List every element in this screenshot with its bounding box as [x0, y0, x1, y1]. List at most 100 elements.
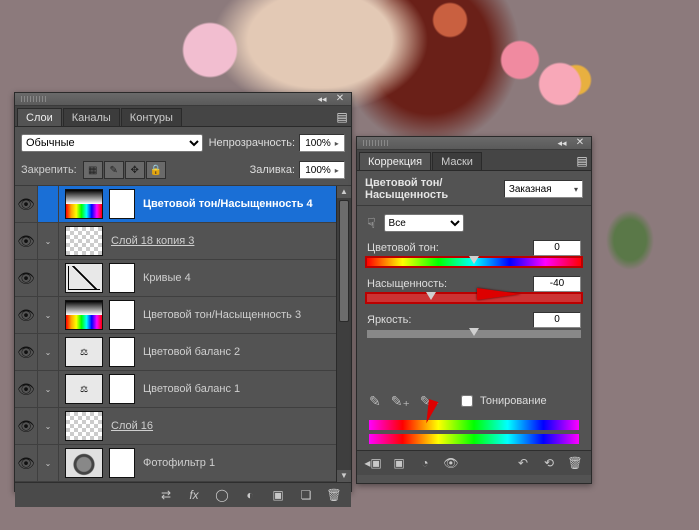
- hue-input[interactable]: 0: [533, 240, 581, 256]
- scrollbar[interactable]: ▲ ▼: [336, 186, 351, 482]
- layer-name[interactable]: Фотофильтр 1: [143, 457, 215, 469]
- panel-titlebar[interactable]: ◂◂ ✕: [15, 93, 351, 106]
- opacity-input[interactable]: 100%▸: [299, 134, 345, 152]
- new-layer-icon[interactable]: ❏: [297, 487, 315, 503]
- tab-paths[interactable]: Контуры: [121, 108, 182, 126]
- layer-row[interactable]: 👁 Слой 16: [15, 408, 351, 445]
- clip-icon[interactable]: ◔: [417, 455, 433, 471]
- panel-menu-icon[interactable]: ▤: [333, 108, 351, 126]
- link-col[interactable]: [38, 223, 59, 259]
- visibility-icon[interactable]: 👁: [15, 223, 38, 259]
- layer-mask-thumb[interactable]: [109, 263, 135, 293]
- layer-name[interactable]: Цветовой баланс 2: [143, 346, 240, 358]
- layer-thumb[interactable]: [65, 226, 103, 256]
- slider-knob[interactable]: [469, 328, 479, 336]
- scroll-up-icon[interactable]: ▲: [337, 186, 351, 198]
- slider-knob[interactable]: [426, 292, 436, 300]
- layer-name[interactable]: Цветовой тон/Насыщенность 3: [143, 309, 301, 321]
- mask-icon[interactable]: ◯: [213, 487, 231, 503]
- layer-row[interactable]: 👁 Кривые 4: [15, 260, 351, 297]
- layer-name[interactable]: Цветовой баланс 1: [143, 383, 240, 395]
- close-icon[interactable]: ✕: [573, 137, 587, 149]
- layer-mask-thumb[interactable]: [109, 300, 135, 330]
- tab-correction[interactable]: Коррекция: [359, 152, 431, 170]
- layer-row[interactable]: 👁 ⚖ Цветовой баланс 2: [15, 334, 351, 371]
- visibility-icon[interactable]: 👁: [15, 186, 38, 222]
- group-icon[interactable]: ▣: [269, 487, 287, 503]
- collapse-icon[interactable]: ◂◂: [555, 137, 569, 149]
- layer-thumb[interactable]: [65, 189, 103, 219]
- layer-row[interactable]: 👁 Цветовой тон/Насыщенность 3: [15, 297, 351, 334]
- lock-all-icon[interactable]: 🔒: [146, 161, 166, 179]
- visibility-icon[interactable]: 👁: [15, 445, 38, 481]
- colorize-checkbox-input[interactable]: [461, 395, 473, 407]
- layer-thumb[interactable]: [65, 448, 103, 478]
- layer-thumb[interactable]: ⚖: [65, 374, 103, 404]
- visibility-icon[interactable]: 👁: [15, 334, 38, 370]
- layer-name[interactable]: Кривые 4: [143, 272, 191, 284]
- collapse-icon[interactable]: ◂◂: [315, 93, 329, 105]
- layer-thumb[interactable]: [65, 411, 103, 441]
- layer-thumb[interactable]: [65, 300, 103, 330]
- close-icon[interactable]: ✕: [333, 93, 347, 105]
- saturation-slider[interactable]: [367, 294, 581, 302]
- layer-mask-thumb[interactable]: [109, 189, 135, 219]
- blend-mode-select[interactable]: Обычные: [21, 134, 203, 152]
- visibility-icon[interactable]: 👁: [15, 408, 38, 444]
- preset-select[interactable]: Заказная▾: [504, 180, 583, 198]
- visibility-icon[interactable]: 👁: [15, 260, 38, 296]
- link-col[interactable]: [38, 260, 59, 296]
- trash-icon[interactable]: 🗑: [325, 487, 343, 503]
- lock-move-icon[interactable]: ✥: [125, 161, 145, 179]
- visibility-icon[interactable]: 👁: [443, 455, 459, 471]
- scroll-down-icon[interactable]: ▼: [337, 470, 351, 482]
- layer-name[interactable]: Слой 18 копия 3: [111, 235, 194, 247]
- layer-row[interactable]: 👁 ⚖ Цветовой баланс 1: [15, 371, 351, 408]
- lightness-input[interactable]: 0: [533, 312, 581, 328]
- layer-name[interactable]: Слой 16: [111, 420, 153, 432]
- layer-row[interactable]: 👁 Слой 18 копия 3: [15, 223, 351, 260]
- edit-channel-select[interactable]: Все: [384, 214, 464, 232]
- layer-mask-thumb[interactable]: [109, 374, 135, 404]
- colorize-checkbox[interactable]: Тонирование: [457, 392, 547, 410]
- link-col[interactable]: [38, 186, 59, 222]
- layer-thumb[interactable]: ⚖: [65, 337, 103, 367]
- link-col[interactable]: [38, 371, 59, 407]
- lock-brush-icon[interactable]: ✎: [104, 161, 124, 179]
- adjustment-icon[interactable]: ◐: [241, 487, 259, 503]
- link-col[interactable]: [38, 445, 59, 481]
- hue-slider[interactable]: [367, 258, 581, 266]
- back-icon[interactable]: ◂▣: [365, 455, 381, 471]
- layer-row[interactable]: 👁 Цветовой тон/Насыщенность 4: [15, 186, 351, 223]
- layer-mask-thumb[interactable]: [109, 448, 135, 478]
- link-col[interactable]: [38, 297, 59, 333]
- fx-icon[interactable]: fx: [185, 487, 203, 503]
- lightness-slider[interactable]: [367, 330, 581, 338]
- fill-input[interactable]: 100%▸: [299, 161, 345, 179]
- lock-transparent-icon[interactable]: ▦: [83, 161, 103, 179]
- eyedropper-plus-icon[interactable]: ✎₊: [391, 393, 410, 410]
- trash-icon[interactable]: 🗑: [567, 455, 583, 471]
- layer-mask-thumb[interactable]: [109, 337, 135, 367]
- expand-icon[interactable]: ▣: [391, 455, 407, 471]
- link-col[interactable]: [38, 408, 59, 444]
- tab-layers[interactable]: Слои: [17, 108, 62, 126]
- layer-row[interactable]: 👁 Фотофильтр 1: [15, 445, 351, 482]
- tab-masks[interactable]: Маски: [432, 152, 482, 170]
- panel-titlebar[interactable]: ◂◂ ✕: [357, 137, 591, 150]
- layer-thumb[interactable]: [65, 263, 103, 293]
- layer-name[interactable]: Цветовой тон/Насыщенность 4: [143, 198, 313, 210]
- tab-channels[interactable]: Каналы: [63, 108, 120, 126]
- visibility-icon[interactable]: 👁: [15, 371, 38, 407]
- link-col[interactable]: [38, 334, 59, 370]
- reset-icon[interactable]: ⟲: [541, 455, 557, 471]
- eyedropper-icon[interactable]: ✎: [369, 393, 381, 410]
- visibility-icon[interactable]: 👁: [15, 297, 38, 333]
- link-layers-icon[interactable]: ⇄: [157, 487, 175, 503]
- panel-menu-icon[interactable]: ▤: [573, 152, 591, 170]
- prev-state-icon[interactable]: ↶: [515, 455, 531, 471]
- targeted-adjust-icon[interactable]: ☟: [367, 215, 376, 232]
- saturation-input[interactable]: -40: [533, 276, 581, 292]
- scroll-thumb[interactable]: [339, 200, 349, 322]
- slider-knob[interactable]: [469, 256, 479, 264]
